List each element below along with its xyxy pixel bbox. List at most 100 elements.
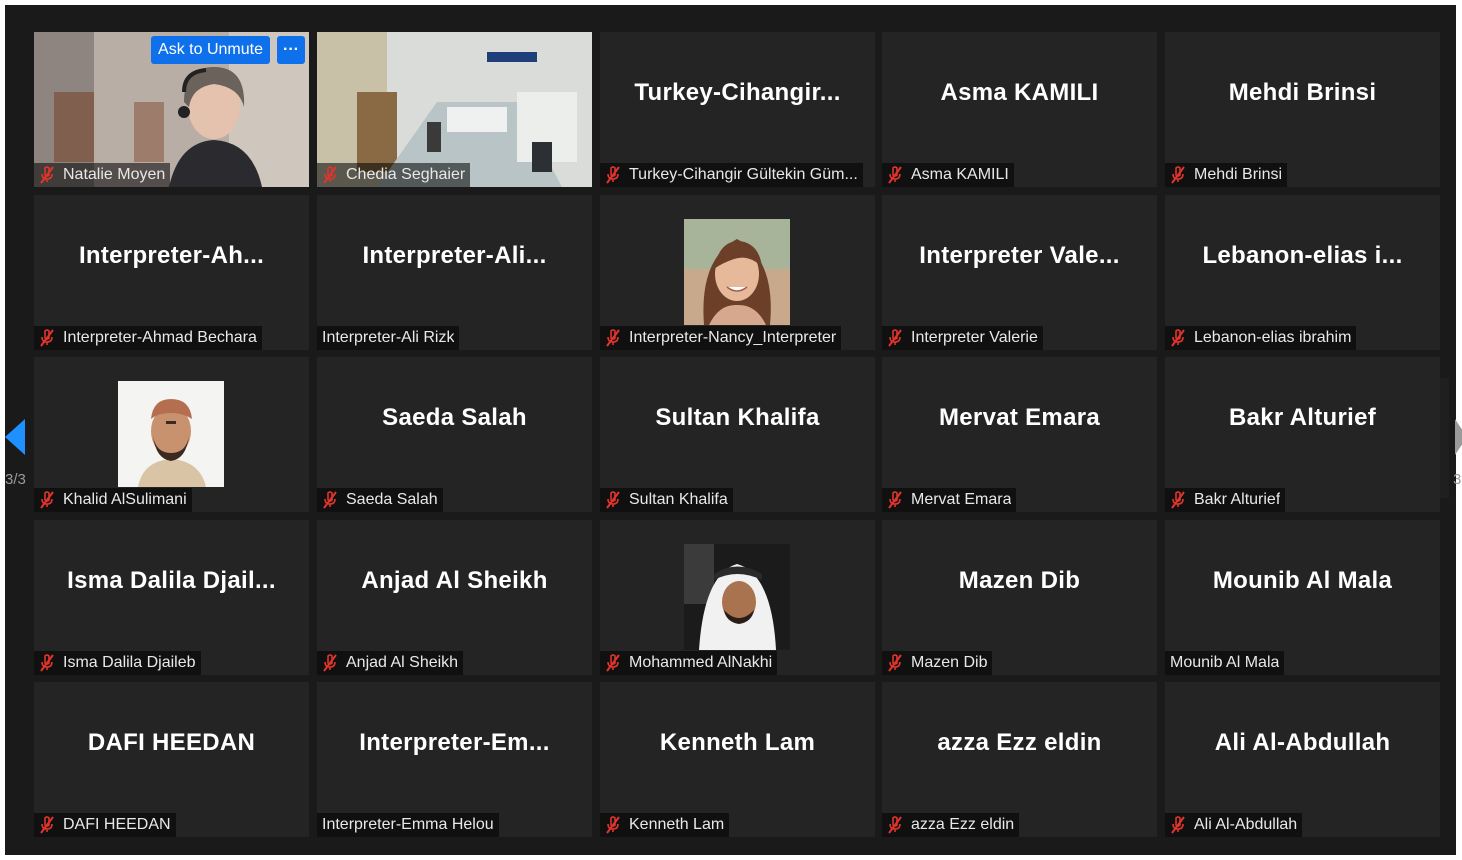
muted-microphone-icon (1170, 491, 1186, 509)
participant-name-label: Interpreter-Emma Helou (317, 813, 499, 837)
muted-microphone-icon (39, 816, 55, 834)
participant-tile[interactable]: Chedia Seghaier (317, 32, 592, 187)
participant-name-label: Natalie Moyen (34, 163, 171, 187)
participant-avatar (684, 544, 790, 650)
participant-display-name: Interpreter-Ali... (362, 241, 547, 269)
gallery-view: 3/3 3 Ask to Unmute ··· Natalie Moyen Chedi… (5, 5, 1462, 855)
participant-name-text: Sultan Khalifa (629, 491, 728, 508)
participant-tile[interactable]: Interpreter-Nancy_Interpreter (600, 195, 875, 350)
participant-display-name: Bakr Alturief (1228, 403, 1377, 431)
participant-name-text: Mervat Emara (911, 491, 1012, 508)
participant-name-text: Turkey-Cihangir Gültekin Güm... (629, 166, 858, 183)
participant-tile[interactable]: Ask to Unmute ··· Natalie Moyen (34, 32, 309, 187)
participant-name-label: Asma KAMILI (882, 163, 1014, 187)
participant-name-label: Interpreter-Ahmad Bechara (34, 326, 262, 350)
participant-name-label: Saeda Salah (317, 488, 443, 512)
muted-microphone-icon (39, 329, 55, 347)
participant-display-name: DAFI HEEDAN (87, 728, 256, 756)
participant-avatar (684, 219, 790, 325)
participant-display-name: Mervat Emara (938, 403, 1101, 431)
muted-microphone-icon (39, 654, 55, 672)
participant-tile[interactable]: azza Ezz eldin azza Ezz eldin (882, 682, 1157, 837)
participant-display-name: Sultan Khalifa (655, 403, 820, 431)
participant-tile[interactable]: Interpreter-Ah... Interpreter-Ahmad Becha… (34, 195, 309, 350)
participant-tile[interactable]: Interpreter Vale... Interpreter Valerie (882, 195, 1157, 350)
participant-tile[interactable]: Asma KAMILI Asma KAMILI (882, 32, 1157, 187)
ask-to-unmute-button[interactable]: Ask to Unmute (151, 36, 270, 64)
participant-display-name: Mazen Dib (958, 566, 1081, 594)
previous-page-arrow[interactable] (5, 419, 25, 455)
participant-tile[interactable]: Mohammed AlNakhi (600, 520, 875, 675)
participant-name-text: Mehdi Brinsi (1194, 166, 1283, 183)
participant-name-text: Interpreter-Emma Helou (322, 816, 494, 833)
muted-microphone-icon (39, 491, 55, 509)
participant-name-label: Mehdi Brinsi (1165, 163, 1288, 187)
muted-microphone-icon (887, 166, 903, 184)
participant-tile[interactable]: Kenneth Lam Kenneth Lam (600, 682, 875, 837)
participant-grid: Ask to Unmute ··· Natalie Moyen Chedia Segh… (34, 32, 1442, 840)
participant-name-label: Mervat Emara (882, 488, 1017, 512)
participant-display-name: Isma Dalila Djail... (67, 566, 276, 594)
participant-name-label: Khalid AlSulimani (34, 488, 192, 512)
more-options-button[interactable]: ··· (277, 36, 305, 64)
participant-name-text: Kenneth Lam (629, 816, 725, 833)
participant-name-text: Isma Dalila Djaileb (63, 654, 196, 671)
participant-tile[interactable]: Mervat Emara Mervat Emara (882, 357, 1157, 512)
participant-display-name: Interpreter-Em... (359, 728, 550, 756)
participant-tile[interactable]: Anjad Al Sheikh Anjad Al Sheikh (317, 520, 592, 675)
participant-tile[interactable]: Bakr Alturief Bakr Alturief (1165, 357, 1440, 512)
participant-name-label: Mazen Dib (882, 651, 993, 675)
muted-microphone-icon (605, 654, 621, 672)
participant-name-text: Interpreter-Ali Rizk (322, 329, 455, 346)
participant-name-text: Khalid AlSulimani (63, 491, 187, 508)
participant-tile[interactable]: Turkey-Cihangir... Turkey-Cihangir Gültek… (600, 32, 875, 187)
muted-microphone-icon (1170, 816, 1186, 834)
participant-tile[interactable]: Isma Dalila Djail... Isma Dalila Djaileb (34, 520, 309, 675)
page-indicator-right: 3 (1453, 471, 1462, 488)
muted-microphone-icon (605, 166, 621, 184)
participant-display-name: Mehdi Brinsi (1228, 78, 1377, 106)
participant-display-name: Anjad Al Sheikh (361, 566, 548, 594)
participant-display-name: Interpreter-Ah... (78, 241, 265, 269)
participant-tile[interactable]: Interpreter-Ali... Interpreter-Ali Rizk (317, 195, 592, 350)
muted-microphone-icon (1170, 329, 1186, 347)
participant-name-text: Ali Al-Abdullah (1194, 816, 1298, 833)
participant-name-text: Natalie Moyen (63, 166, 166, 183)
participant-tile[interactable]: Saeda Salah Saeda Salah (317, 357, 592, 512)
participant-tile[interactable]: DAFI HEEDAN DAFI HEEDAN (34, 682, 309, 837)
participant-tile[interactable]: Mehdi Brinsi Mehdi Brinsi (1165, 32, 1440, 187)
participant-tile[interactable]: Interpreter-Em... Interpreter-Emma Helou (317, 682, 592, 837)
participant-name-text: DAFI HEEDAN (63, 816, 171, 833)
participant-tile[interactable]: Ali Al-Abdullah Ali Al-Abdullah (1165, 682, 1440, 837)
muted-microphone-icon (1170, 166, 1186, 184)
page-indicator-left: 3/3 (5, 471, 26, 488)
participant-name-label: Sultan Khalifa (600, 488, 733, 512)
participant-display-name: Ali Al-Abdullah (1214, 728, 1391, 756)
participant-name-text: Mohammed AlNakhi (629, 654, 773, 671)
participant-name-label: Turkey-Cihangir Gültekin Güm... (600, 163, 863, 187)
participant-tile[interactable]: Lebanon-elias i... Lebanon-elias ibrahim (1165, 195, 1440, 350)
participant-name-text: Bakr Alturief (1194, 491, 1281, 508)
participant-display-name: azza Ezz eldin (937, 728, 1102, 756)
participant-name-label: Isma Dalila Djaileb (34, 651, 201, 675)
participant-display-name: Kenneth Lam (659, 728, 816, 756)
next-page-arrow[interactable] (1455, 419, 1462, 455)
participant-name-text: Asma KAMILI (911, 166, 1009, 183)
participant-name-label: Interpreter-Ali Rizk (317, 326, 460, 350)
participant-tile[interactable]: Sultan Khalifa Sultan Khalifa (600, 357, 875, 512)
participant-tile[interactable]: Mounib Al Mala Mounib Al Mala (1165, 520, 1440, 675)
muted-microphone-icon (322, 166, 338, 184)
participant-name-label: Mounib Al Mala (1165, 651, 1285, 675)
participant-tile[interactable]: Mazen Dib Mazen Dib (882, 520, 1157, 675)
participant-name-text: Chedia Seghaier (346, 166, 466, 183)
participant-name-label: Ali Al-Abdullah (1165, 813, 1303, 837)
participant-name-text: Anjad Al Sheikh (346, 654, 459, 671)
participant-tile[interactable]: Khalid AlSulimani (34, 357, 309, 512)
muted-microphone-icon (605, 816, 621, 834)
participant-avatar (118, 381, 224, 487)
participant-name-label: Kenneth Lam (600, 813, 730, 837)
participant-name-label: Mohammed AlNakhi (600, 651, 778, 675)
participant-name-text: azza Ezz eldin (911, 816, 1015, 833)
participant-name-text: Mazen Dib (911, 654, 988, 671)
muted-microphone-icon (887, 654, 903, 672)
